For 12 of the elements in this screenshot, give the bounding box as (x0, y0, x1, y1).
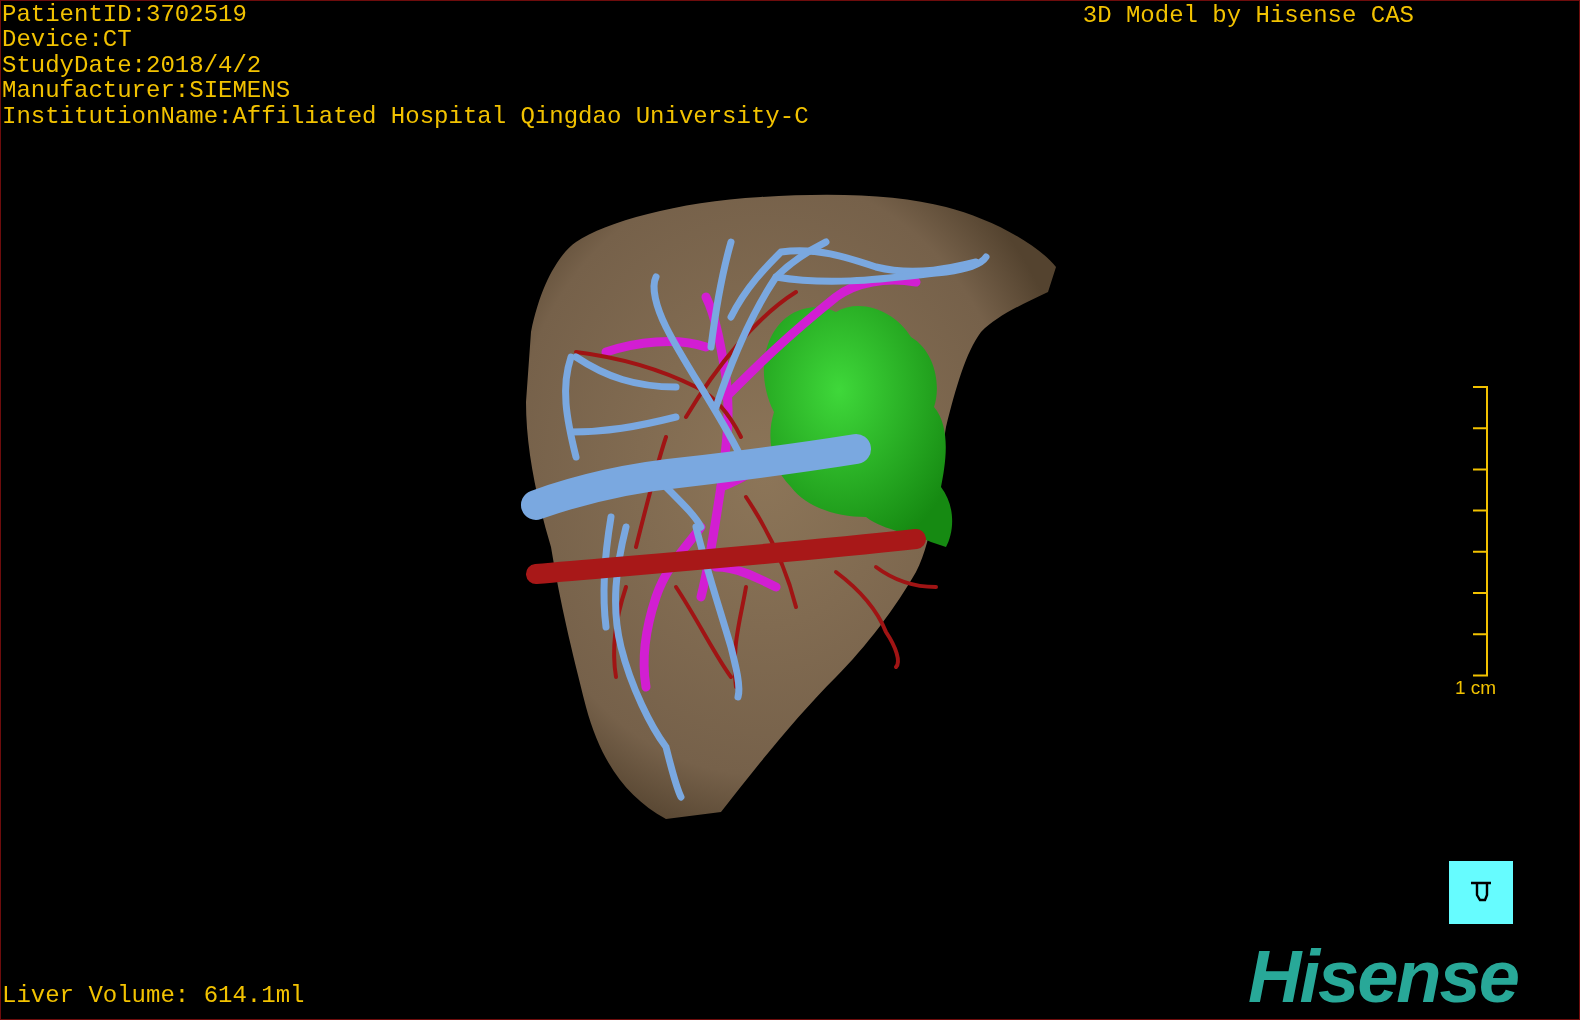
scale-label: 1 cm (1455, 678, 1497, 698)
patient-info-text: StudyDate:2018/4/2 (2, 52, 262, 79)
scale-ruler-icon (1472, 386, 1490, 677)
view-title: 3D Model by Hisense CAS (1082, 3, 1414, 31)
cup-icon (1470, 881, 1492, 904)
patient-info-text: Device:CT (2, 27, 132, 53)
patient-info-text: PatientID:3702519 (2, 2, 247, 28)
tool-button[interactable] (1449, 861, 1513, 924)
patient-info-text: Manufacturer:SIEMENS (2, 78, 291, 104)
brand-logo: Hisense (1248, 946, 1518, 1008)
patient-info-text: InstitutionName:Affiliated Hospital Qingdao University-C (2, 103, 809, 130)
liver-volume-text: Liver Volume: 614.1ml (2, 983, 305, 1009)
